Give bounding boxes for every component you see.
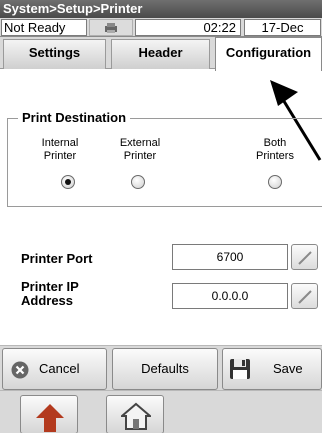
dest-label-line: Printer — [43, 150, 77, 162]
dest-label-line: Printer — [123, 150, 157, 162]
cancel-button[interactable]: Cancel — [2, 348, 107, 390]
printer-status-icon — [89, 19, 133, 36]
up-arrow-icon — [36, 404, 64, 432]
radio-external-printer[interactable] — [131, 175, 145, 189]
dest-label-line: Both — [263, 137, 287, 149]
home-button[interactable] — [106, 395, 164, 433]
cancel-icon — [11, 361, 29, 379]
pencil-icon — [298, 290, 312, 304]
status-time: 02:22 — [135, 19, 241, 36]
printer-ip-label-line: Printer IP — [21, 279, 79, 294]
dest-label-both: Both Printers — [238, 137, 312, 163]
up-button[interactable] — [20, 395, 78, 433]
print-destination-group: Print Destination Internal Printer Exter… — [7, 110, 322, 207]
pencil-icon — [298, 251, 312, 265]
tab-settings[interactable]: Settings — [3, 39, 106, 69]
window-title: System>Setup>Printer — [0, 0, 322, 18]
tab-header[interactable]: Header — [111, 39, 210, 69]
dest-label-line: Printers — [256, 150, 294, 162]
printer-ip-label: Printer IP Address — [21, 280, 79, 308]
save-button[interactable]: Save — [222, 348, 322, 390]
dest-label-internal: Internal Printer — [23, 137, 97, 163]
edit-port-button[interactable] — [291, 244, 318, 270]
status-bar: Not Ready 02:22 17-Dec — [0, 18, 322, 37]
action-bar: Cancel Defaults Save — [0, 345, 322, 390]
printer-ip-input[interactable]: 0.0.0.0 — [172, 283, 288, 309]
tab-configuration[interactable]: Configuration — [215, 37, 322, 71]
cancel-label: Cancel — [39, 361, 80, 376]
printer-port-label: Printer Port — [21, 251, 93, 266]
dest-label-line: External — [119, 137, 161, 149]
print-destination-title: Print Destination — [18, 110, 131, 126]
navigation-bar — [0, 390, 322, 433]
save-label: Save — [273, 361, 303, 376]
home-icon — [121, 402, 151, 430]
tab-bar: Settings Header Configuration — [0, 37, 322, 71]
status-state: Not Ready — [1, 19, 87, 36]
edit-ip-button[interactable] — [291, 283, 318, 309]
printer-ip-label-line: Address — [21, 293, 74, 308]
defaults-button[interactable]: Defaults — [112, 348, 218, 390]
radio-internal-printer[interactable] — [61, 175, 75, 189]
save-disk-icon — [230, 359, 250, 379]
printer-port-input[interactable]: 6700 — [172, 244, 288, 270]
status-date: 17-Dec — [244, 19, 321, 36]
dest-label-line: Internal — [41, 137, 79, 149]
radio-both-printers[interactable] — [268, 175, 282, 189]
dest-label-external: External Printer — [103, 137, 177, 163]
